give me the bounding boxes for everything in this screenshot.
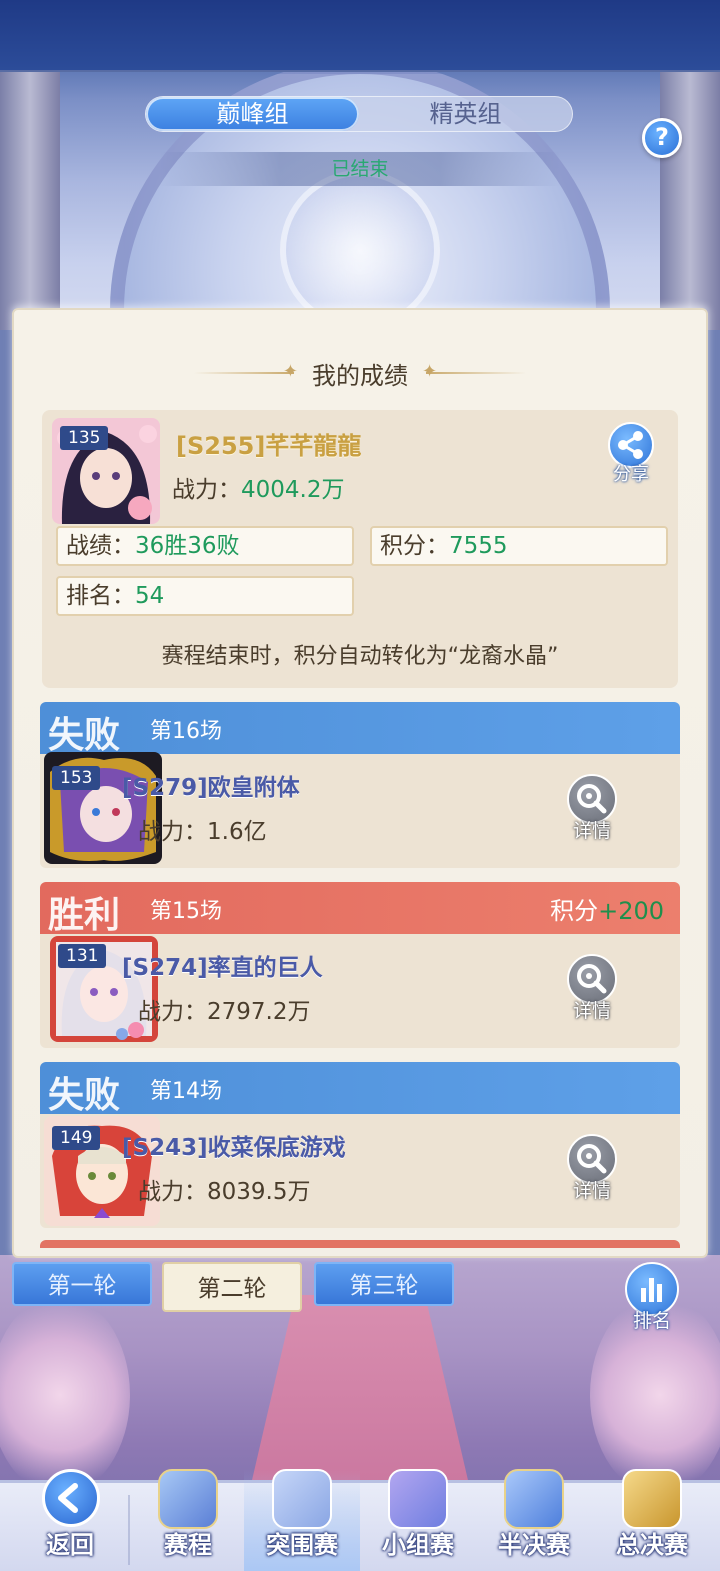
score-gain-label: 积分 <box>550 897 599 925</box>
flower-decoration-left <box>0 1295 130 1495</box>
power-label: 战力： <box>172 477 241 503</box>
nav-group-stage[interactable]: 小组赛 <box>360 1469 476 1571</box>
pillar-left <box>0 40 60 330</box>
nav-final-label: 总决赛 <box>616 1531 688 1559</box>
opponent-power: 战力：8039.5万 <box>138 1172 310 1206</box>
pillar-right <box>660 40 720 330</box>
nav-group-stage-label: 小组赛 <box>382 1531 454 1559</box>
tab-round-2[interactable]: 第二轮 <box>162 1262 302 1312</box>
power-label: 战力： <box>138 999 207 1025</box>
share-button[interactable]: 分享 <box>606 422 656 485</box>
trophy-icon <box>622 1469 682 1529</box>
match-number: 第16场 <box>150 719 222 744</box>
record-box: 战绩：36胜36败 <box>56 526 354 566</box>
opponent-power: 战力：2797.2万 <box>138 992 310 1026</box>
record-value: 36胜36败 <box>135 533 240 559</box>
score-label: 积分： <box>380 533 449 559</box>
level-badge: 135 <box>60 426 109 450</box>
top-band <box>0 0 720 72</box>
bottom-nav: 返回 赛程 突围赛 小组赛 半决赛 总决赛 <box>0 1469 720 1571</box>
opponent-name: [S274]率直的巨人 <box>122 955 323 981</box>
score-gain-value: +200 <box>598 897 664 925</box>
score-gain: 积分+200 <box>550 891 664 926</box>
nav-schedule-label: 赛程 <box>164 1531 212 1559</box>
my-avatar[interactable]: 135 <box>52 418 160 524</box>
flag-icon <box>272 1469 332 1529</box>
nav-semifinal-label: 半决赛 <box>498 1531 570 1559</box>
detail-button[interactable]: 详情 <box>563 774 621 852</box>
share-label: 分享 <box>613 464 649 485</box>
match-number: 第14场 <box>150 1079 222 1104</box>
match-result: 失败 <box>48 1074 121 1116</box>
opponent-name: [S279]欧皇附体 <box>122 775 300 801</box>
page-title: 我的成绩 <box>312 361 408 390</box>
help-icon[interactable]: ? <box>642 118 682 158</box>
detail-button[interactable]: 详情 <box>563 954 621 1032</box>
power-label: 战力： <box>138 819 207 845</box>
crest-icon <box>504 1469 564 1529</box>
rank-value: 54 <box>135 583 165 609</box>
nav-final[interactable]: 总决赛 <box>594 1469 710 1571</box>
convert-note: 赛程结束时，积分自动转化为“龙裔水晶” <box>161 644 559 669</box>
ornament-left <box>194 361 298 382</box>
match-number: 第15场 <box>150 899 222 924</box>
match-header: 失败 第14场 <box>40 1062 680 1116</box>
group-toggle: 巅峰组 精英组 <box>145 96 573 132</box>
rank-box: 排名：54 <box>56 576 354 616</box>
tab-round-1[interactable]: 第一轮 <box>12 1262 152 1306</box>
power-value: 4004.2万 <box>241 477 345 503</box>
panel-header: 我的成绩 <box>0 348 720 398</box>
nav-breakout[interactable]: 突围赛 <box>244 1469 360 1571</box>
my-power: 战力：4004.2万 <box>172 470 344 504</box>
nav-back[interactable]: 返回 <box>12 1469 128 1571</box>
power-value: 2797.2万 <box>207 999 311 1025</box>
opponent-name: [S243]收菜保底游戏 <box>122 1135 346 1161</box>
nav-breakout-label: 突围赛 <box>266 1531 338 1559</box>
power-label: 战力： <box>138 1179 207 1205</box>
level-badge: 131 <box>58 944 107 968</box>
detail-label: 详情 <box>572 1000 611 1022</box>
power-value: 8039.5万 <box>207 1179 311 1205</box>
rank-label: 排名： <box>66 583 135 609</box>
player-name: [S255]芊芊龍龍 <box>176 432 362 460</box>
banner-icon <box>388 1469 448 1529</box>
detail-button[interactable]: 详情 <box>563 1134 621 1212</box>
score-value: 7555 <box>449 533 508 559</box>
match-result: 失败 <box>48 714 121 756</box>
tab-elite-group[interactable]: 精英组 <box>359 97 572 131</box>
ranking-button[interactable]: 排名 <box>622 1262 682 1334</box>
status-label: 已结束 <box>160 152 560 186</box>
nav-schedule[interactable]: 赛程 <box>130 1469 246 1571</box>
ornament-right <box>422 361 526 382</box>
detail-label: 详情 <box>572 1180 611 1202</box>
level-badge: 149 <box>52 1126 101 1150</box>
tab-peak-group[interactable]: 巅峰组 <box>146 97 359 131</box>
detail-label: 详情 <box>572 820 611 842</box>
back-arrow-icon <box>42 1469 100 1527</box>
power-value: 1.6亿 <box>207 819 267 845</box>
nav-back-label: 返回 <box>46 1531 94 1559</box>
ranking-label: 排名 <box>632 1310 671 1332</box>
nav-semifinal[interactable]: 半决赛 <box>476 1469 592 1571</box>
tab-round-3[interactable]: 第三轮 <box>314 1262 454 1306</box>
record-label: 战绩： <box>66 533 135 559</box>
score-box: 积分：7555 <box>370 526 668 566</box>
opponent-power: 战力：1.6亿 <box>138 812 267 846</box>
next-match-peek <box>40 1240 680 1248</box>
rose-window <box>280 170 440 330</box>
shield-sword-icon <box>158 1469 218 1529</box>
match-header: 胜利 第15场 积分+200 <box>40 882 680 936</box>
match-header: 失败 第16场 <box>40 702 680 756</box>
match-result: 胜利 <box>48 894 121 936</box>
level-badge: 153 <box>52 766 101 790</box>
